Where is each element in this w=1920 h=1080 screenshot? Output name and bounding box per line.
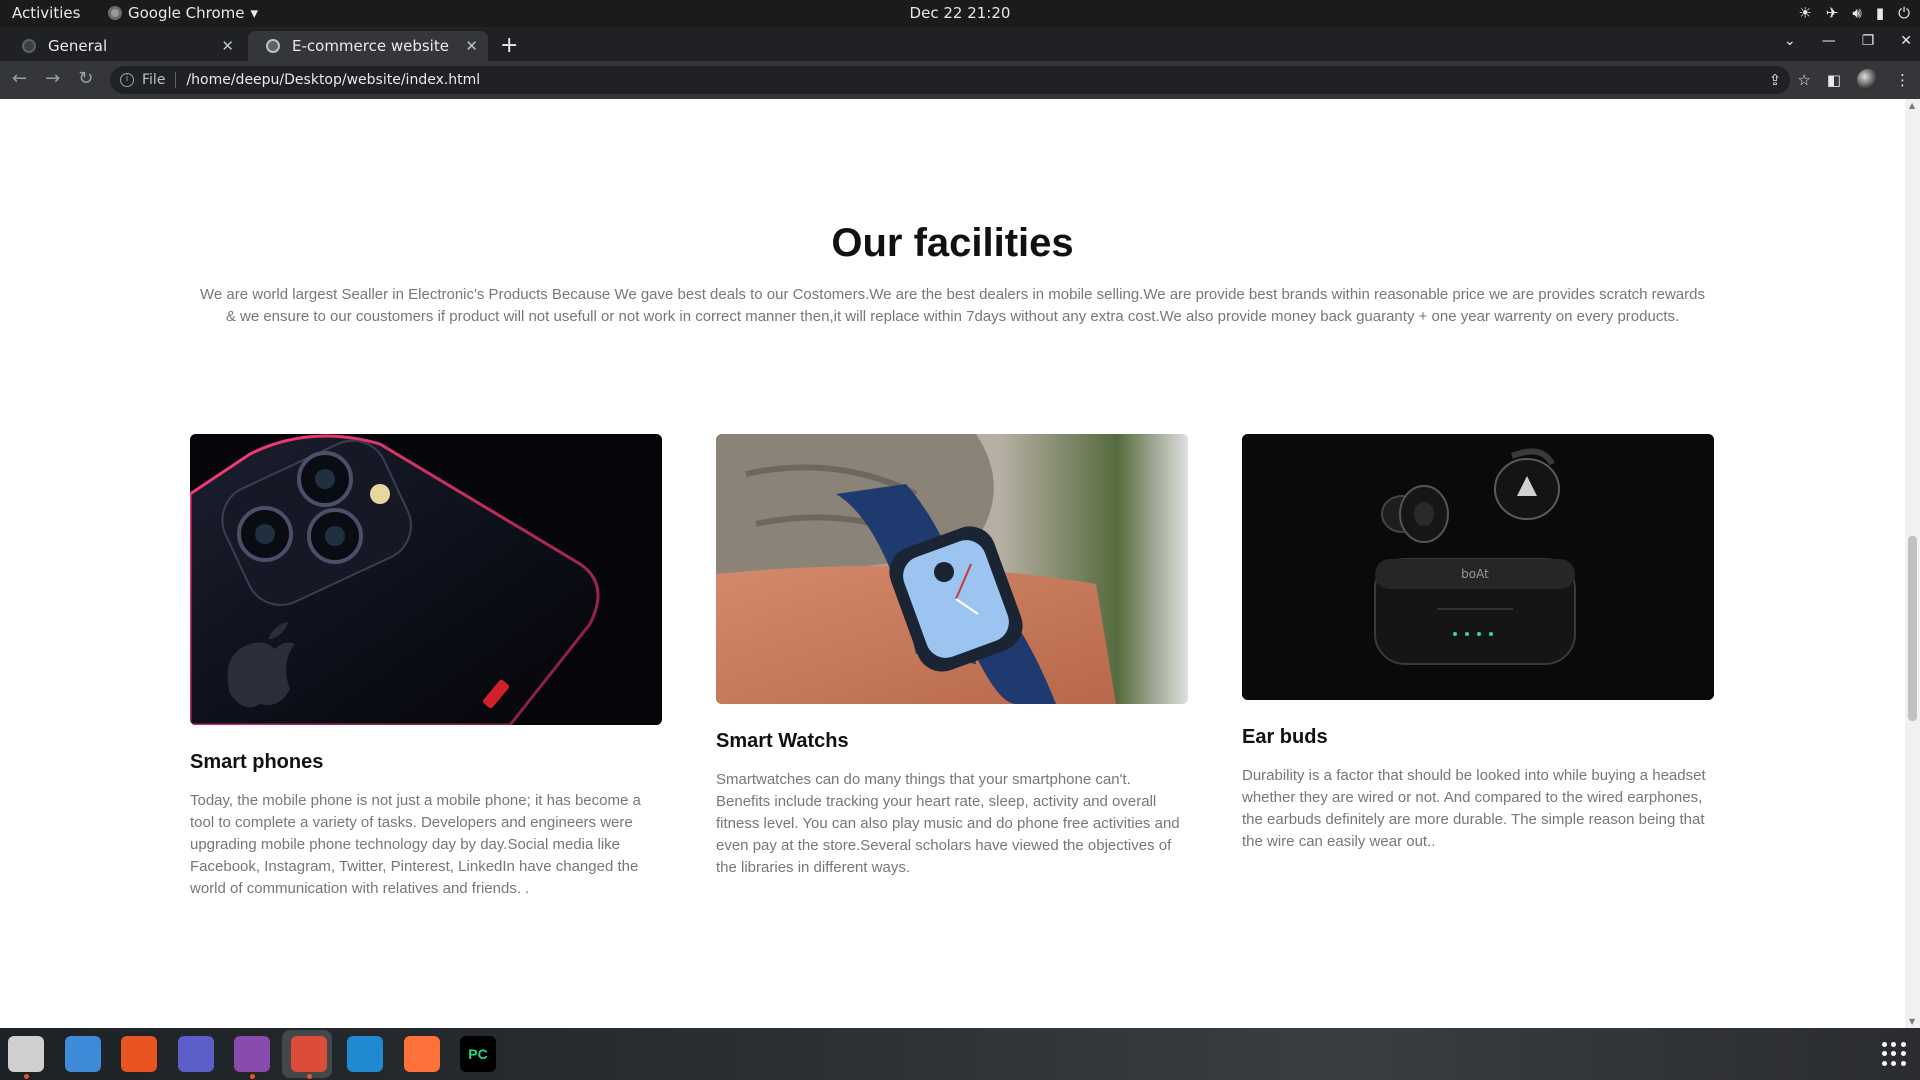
new-tab-plus-icon[interactable]: +: [500, 33, 518, 58]
restore-icon[interactable]: ❐: [1862, 33, 1875, 49]
card-text: Smartwatches can do many things that you…: [716, 771, 1180, 876]
card-title: Ear buds: [1242, 726, 1328, 748]
tab-general[interactable]: General ✕: [4, 31, 244, 61]
app-menu[interactable]: Google Chrome ▾: [108, 4, 258, 22]
files-icon[interactable]: [8, 1036, 44, 1072]
bookmark-star-icon[interactable]: ☆: [1797, 71, 1810, 89]
vscode-icon[interactable]: [347, 1036, 383, 1072]
scroll-down-arrow-icon[interactable]: ▼: [1909, 1017, 1915, 1026]
share-icon[interactable]: ⇪: [1769, 71, 1782, 89]
card-title: Smart phones: [190, 751, 324, 773]
globe-favicon-icon: [266, 39, 280, 53]
card-text: Durability is a factor that should be lo…: [1242, 767, 1706, 850]
divider: [175, 72, 177, 88]
tab-strip: General ✕ E-commerce website ✕: [0, 27, 1920, 61]
volume-icon[interactable]: 🔊︎: [1852, 4, 1861, 22]
profile-avatar[interactable]: [1857, 69, 1879, 91]
case-brand-logo: boAt: [1461, 567, 1489, 581]
clock[interactable]: Dec 22 21:20: [910, 4, 1011, 22]
taskbar-dock: PC: [0, 1028, 1920, 1080]
close-window-icon[interactable]: ✕: [1900, 33, 1912, 49]
section-description: We are world largest Sealler in Electron…: [200, 286, 1705, 325]
brightness-icon[interactable]: ☀: [1798, 4, 1811, 22]
facility-card-smartphones: Smart phones Today, the mobile phone is …: [190, 434, 662, 900]
close-tab-icon[interactable]: ✕: [221, 37, 234, 55]
tab-search-chevron-icon[interactable]: ⌄: [1784, 33, 1796, 49]
toolbar-actions: ⇪ ☆ ◧ ⋮: [1769, 69, 1910, 91]
smartphone-image: [190, 434, 662, 725]
power-icon[interactable]: ⏻: [1898, 4, 1910, 22]
tab-label: E-commerce website: [292, 37, 449, 55]
activities-button[interactable]: Activities: [12, 4, 80, 22]
tab-label: General: [48, 37, 108, 55]
running-indicator: [250, 1074, 255, 1079]
earbuds-image: boAt: [1242, 434, 1714, 700]
minimize-icon[interactable]: —: [1822, 33, 1836, 49]
smartwatch-image: [716, 434, 1188, 704]
reload-icon[interactable]: ↻: [78, 68, 93, 89]
section-title: Our facilities: [831, 221, 1074, 265]
running-indicator: [306, 1074, 312, 1079]
app-menu-label: Google Chrome: [128, 4, 245, 22]
facility-card-smartwatches: Smart Watchs Smartwatches can do many th…: [716, 434, 1188, 879]
pycharm-icon[interactable]: PC: [460, 1036, 496, 1072]
close-tab-icon[interactable]: ✕: [465, 37, 478, 55]
side-panel-icon[interactable]: ◧: [1827, 71, 1841, 89]
facility-card-earbuds: boAt Ear buds Durability is a factor tha…: [1242, 434, 1714, 853]
window-controls: ⌄ — ❐ ✕: [1784, 33, 1912, 49]
teams-icon[interactable]: [177, 1036, 214, 1072]
dropdown-arrow-icon: ▾: [250, 4, 259, 22]
scroll-up-arrow-icon[interactable]: ▲: [1909, 101, 1915, 110]
url-text[interactable]: /home/deepu/Desktop/website/index.html: [186, 72, 480, 88]
forward-arrow-icon[interactable]: →: [45, 68, 60, 89]
scrollbar-thumb[interactable]: [1908, 536, 1917, 721]
back-arrow-icon[interactable]: ←: [12, 68, 27, 89]
chrome-small-icon: [108, 6, 122, 20]
software-center-icon[interactable]: [121, 1036, 157, 1072]
url-scheme: File: [142, 72, 166, 88]
chrome-icon[interactable]: [290, 1036, 327, 1072]
battery-icon[interactable]: ▮: [1876, 4, 1884, 22]
more-menu-icon[interactable]: ⋮: [1895, 71, 1910, 89]
info-icon[interactable]: i: [120, 73, 134, 87]
address-bar[interactable]: i File /home/deepu/Desktop/website/index…: [110, 66, 1790, 94]
show-applications-icon[interactable]: [1882, 1042, 1906, 1066]
system-top-bar: Activities Google Chrome ▾ Dec 22 21:20 …: [0, 0, 1920, 27]
page-scrollbar[interactable]: ▲ ▼: [1905, 99, 1920, 1028]
card-title: Smart Watchs: [716, 730, 849, 752]
card-text: Today, the mobile phone is not just a mo…: [190, 792, 641, 897]
airplane-mode-icon[interactable]: ✈: [1826, 4, 1839, 22]
page-viewport: Our facilities We are world largest Seal…: [0, 99, 1905, 1028]
running-indicator: [24, 1074, 29, 1079]
browser-toolbar: ← → ↻ i File /home/deepu/Desktop/website…: [0, 61, 1920, 99]
system-tray[interactable]: ☀ ✈ 🔊︎ ▮ ⏻: [1798, 4, 1910, 22]
text-editor-icon[interactable]: [64, 1036, 101, 1072]
github-favicon-icon: [22, 39, 36, 53]
firefox-icon[interactable]: [403, 1036, 440, 1072]
tab-ecommerce[interactable]: E-commerce website ✕: [248, 31, 488, 61]
github-desktop-icon[interactable]: [234, 1036, 270, 1072]
